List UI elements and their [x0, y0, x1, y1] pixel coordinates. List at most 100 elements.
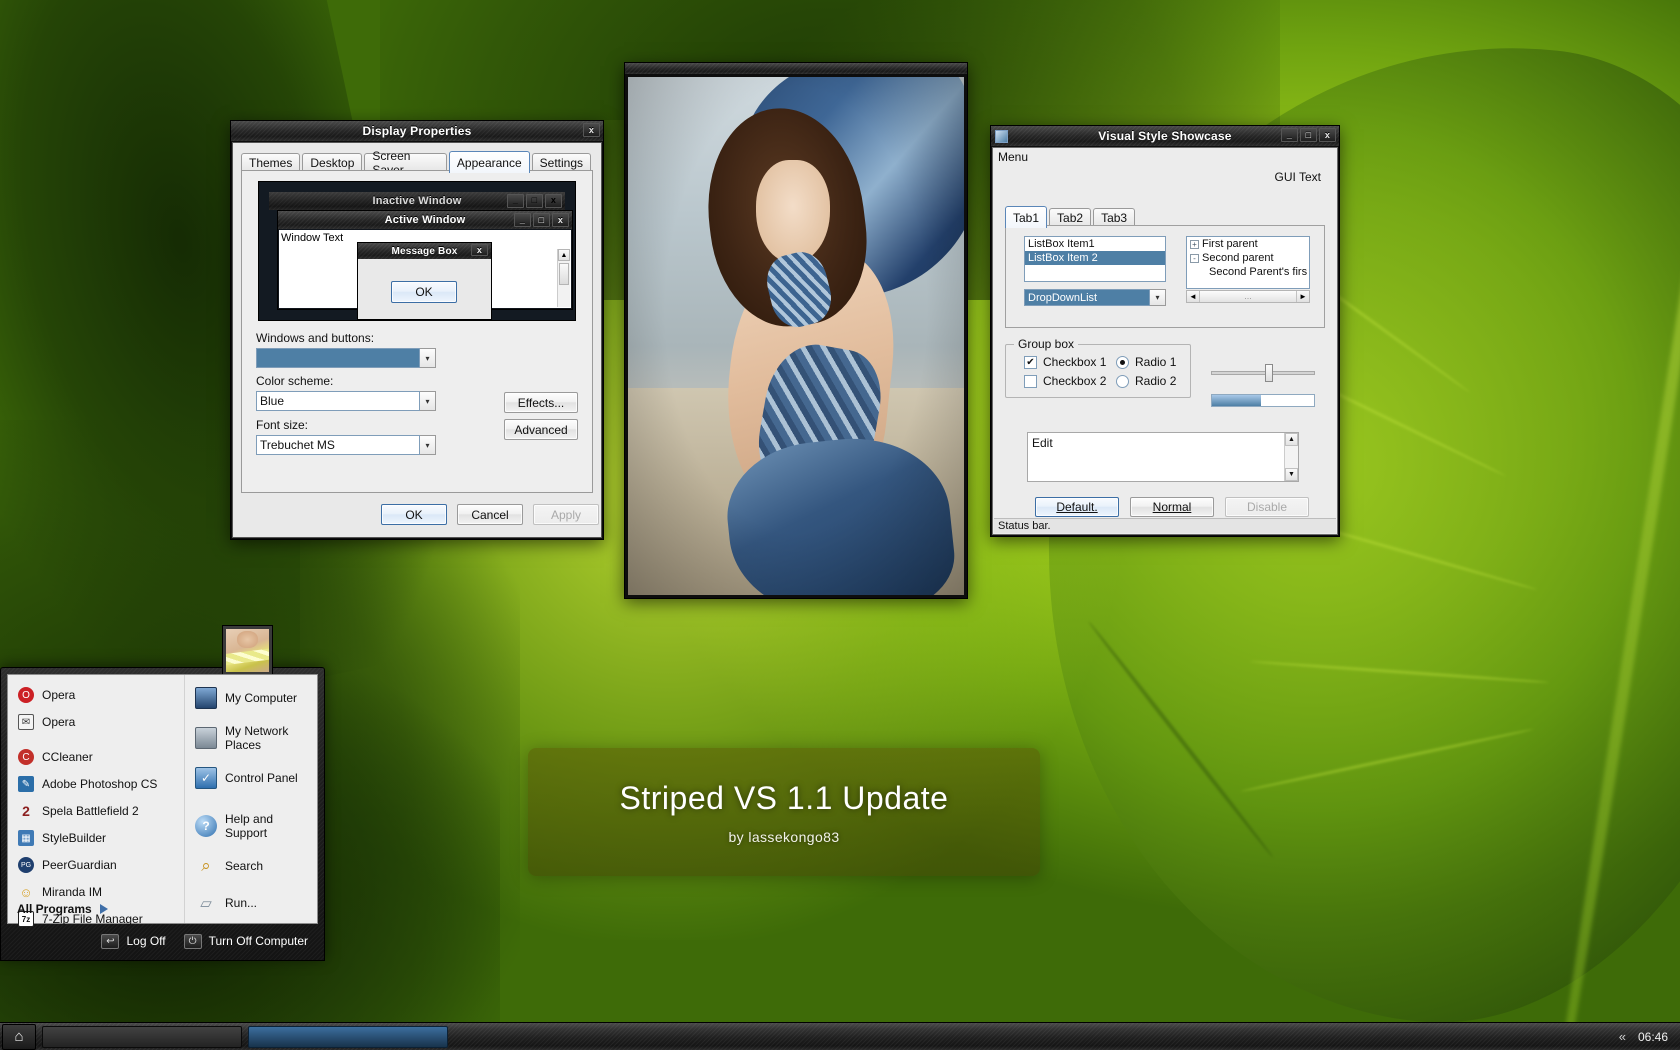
radio-2[interactable]: Radio 2: [1116, 374, 1176, 388]
start-item-my-computer[interactable]: My Computer: [195, 687, 317, 709]
checkbox-unchecked-icon[interactable]: [1024, 374, 1037, 388]
default-button-label: Default.: [1056, 500, 1098, 514]
start-item-ccleaner[interactable]: C CCleaner: [18, 749, 184, 765]
start-item-help-support[interactable]: ? Help and Support: [195, 812, 317, 840]
start-item-photoshop[interactable]: ✎ Adobe Photoshop CS: [18, 776, 184, 792]
tab-1[interactable]: Tab1: [1005, 206, 1048, 228]
menu-item-menu[interactable]: Menu: [998, 150, 1028, 164]
stylebuilder-icon: ▦: [18, 830, 34, 846]
font-size-combo[interactable]: Trebuchet MS ▾: [256, 435, 436, 455]
all-programs-button[interactable]: All Programs: [17, 902, 108, 916]
photo-viewer-titlebar[interactable]: [625, 63, 967, 74]
chevron-down-icon[interactable]: ▾: [420, 391, 436, 411]
tab-3[interactable]: Tab3: [1093, 208, 1136, 226]
tree-node[interactable]: + First parent: [1187, 237, 1309, 251]
start-item-miranda[interactable]: ☺ Miranda IM: [18, 884, 184, 900]
start-button[interactable]: ⌂: [2, 1023, 36, 1050]
radio-unselected-icon[interactable]: [1116, 374, 1129, 388]
tray-expand-icon[interactable]: «: [1619, 1029, 1626, 1044]
checkbox-checked-icon[interactable]: ✔: [1024, 355, 1037, 369]
user-avatar[interactable]: [222, 625, 273, 676]
vss-window-controls[interactable]: _ □ x: [1281, 128, 1336, 142]
default-button[interactable]: Default.: [1035, 497, 1119, 517]
start-item-control-panel[interactable]: ✓ Control Panel: [195, 767, 317, 789]
message-box-titlebar: Message Box x: [358, 243, 491, 259]
start-item-battlefield2[interactable]: 2 Spela Battlefield 2: [18, 803, 184, 819]
log-off-button[interactable]: ↩ Log Off: [101, 933, 166, 949]
windows-and-buttons-combo[interactable]: ▾: [256, 348, 436, 368]
advanced-button[interactable]: Advanced: [504, 419, 578, 440]
tab-themes[interactable]: Themes: [241, 153, 301, 171]
expand-icon[interactable]: +: [1190, 239, 1199, 249]
cancel-button[interactable]: Cancel: [457, 504, 523, 525]
tab-desktop[interactable]: Desktop: [302, 153, 363, 171]
close-button[interactable]: x: [583, 123, 600, 137]
display-properties-window-controls[interactable]: x: [583, 123, 600, 137]
photo-viewer-window[interactable]: [624, 62, 968, 599]
start-item-opera[interactable]: O Opera: [18, 687, 184, 703]
color-scheme-value[interactable]: Blue: [256, 391, 420, 411]
chevron-down-icon[interactable]: ▾: [1150, 289, 1166, 306]
dropdown-combo[interactable]: DropDownList ▾: [1024, 289, 1166, 306]
start-item-peerguardian[interactable]: PG PeerGuardian: [18, 857, 184, 873]
ok-button[interactable]: OK: [381, 504, 447, 525]
chevron-down-icon[interactable]: ▾: [420, 348, 436, 368]
tab-screen-saver[interactable]: Screen Saver: [364, 149, 447, 177]
slider-thumb[interactable]: [1265, 364, 1273, 382]
taskbar[interactable]: ⌂ « 06:46: [0, 1022, 1680, 1050]
collapse-icon[interactable]: -: [1190, 253, 1199, 263]
normal-button[interactable]: Normal: [1130, 497, 1214, 517]
start-item-run[interactable]: ▱ Run...: [195, 892, 317, 914]
hscrollbar-thumb[interactable]: …: [1200, 291, 1296, 302]
edit-textarea[interactable]: Edit ▲ ▼: [1027, 432, 1299, 482]
taskbar-item[interactable]: [248, 1025, 448, 1048]
minimize-button[interactable]: _: [1281, 128, 1298, 142]
start-item-search[interactable]: ⌕ Search: [195, 855, 317, 877]
visual-style-showcase-window[interactable]: Visual Style Showcase _ □ x Menu GUI Tex…: [990, 125, 1340, 537]
effects-button[interactable]: Effects...: [504, 392, 578, 413]
edit-text[interactable]: Edit: [1028, 433, 1298, 453]
display-properties-window[interactable]: Display Properties x Themes Desktop Scre…: [230, 120, 604, 540]
slider-track[interactable]: [1211, 371, 1315, 375]
clock[interactable]: 06:46: [1638, 1030, 1668, 1044]
avatar-image-detail: [226, 647, 269, 666]
start-item-network-places[interactable]: My Network Places: [195, 724, 317, 752]
chevron-down-icon[interactable]: ▾: [420, 435, 436, 455]
scroll-down-icon[interactable]: ▼: [1285, 468, 1298, 481]
tab-2[interactable]: Tab2: [1049, 208, 1092, 226]
start-menu[interactable]: O Opera ✉ Opera C CCleaner ✎ Adobe Photo…: [0, 625, 325, 961]
display-properties-tabstrip[interactable]: Themes Desktop Screen Saver Appearance S…: [241, 149, 593, 177]
radio-1[interactable]: Radio 1: [1116, 355, 1176, 369]
taskbar-item[interactable]: [42, 1025, 242, 1048]
checkbox-2[interactable]: Checkbox 2: [1024, 374, 1106, 388]
edit-scrollbar[interactable]: ▲ ▼: [1284, 433, 1298, 481]
system-tray[interactable]: « 06:46: [1619, 1029, 1680, 1044]
font-size-value[interactable]: Trebuchet MS: [256, 435, 420, 455]
color-scheme-combo[interactable]: Blue ▾: [256, 391, 436, 411]
treeview-hscrollbar[interactable]: ◄ … ►: [1186, 290, 1310, 303]
scroll-left-icon[interactable]: ◄: [1187, 291, 1200, 302]
tree-node[interactable]: Second Parent's firs: [1187, 265, 1309, 279]
menu-bar[interactable]: Menu: [993, 148, 1337, 165]
checkbox-1[interactable]: ✔ Checkbox 1: [1024, 355, 1106, 369]
tab-settings[interactable]: Settings: [531, 153, 591, 171]
dropdown-value[interactable]: DropDownList: [1024, 289, 1150, 306]
start-item-opera-mail[interactable]: ✉ Opera: [18, 714, 184, 730]
start-item-stylebuilder[interactable]: ▦ StyleBuilder: [18, 830, 184, 846]
list-item[interactable]: ListBox Item1: [1025, 237, 1165, 251]
vss-titlebar[interactable]: Visual Style Showcase _ □ x: [991, 126, 1339, 146]
vss-tabstrip[interactable]: Tab1 Tab2 Tab3: [1005, 206, 1137, 228]
scroll-up-icon[interactable]: ▲: [1285, 433, 1298, 446]
tab-appearance[interactable]: Appearance: [448, 151, 530, 173]
listbox[interactable]: ListBox Item1 ListBox Item 2: [1024, 236, 1166, 282]
display-properties-titlebar[interactable]: Display Properties x: [231, 121, 603, 141]
scroll-right-icon[interactable]: ►: [1296, 291, 1309, 302]
close-button[interactable]: x: [1319, 128, 1336, 142]
windows-and-buttons-value[interactable]: [256, 348, 420, 368]
turn-off-computer-button[interactable]: ⏻ Turn Off Computer: [183, 933, 308, 949]
treeview[interactable]: + First parent - Second parent Second Pa…: [1186, 236, 1310, 289]
tree-node[interactable]: - Second parent: [1187, 251, 1309, 265]
list-item[interactable]: ListBox Item 2: [1025, 251, 1165, 265]
maximize-button[interactable]: □: [1300, 128, 1317, 142]
radio-selected-icon[interactable]: [1116, 355, 1129, 369]
